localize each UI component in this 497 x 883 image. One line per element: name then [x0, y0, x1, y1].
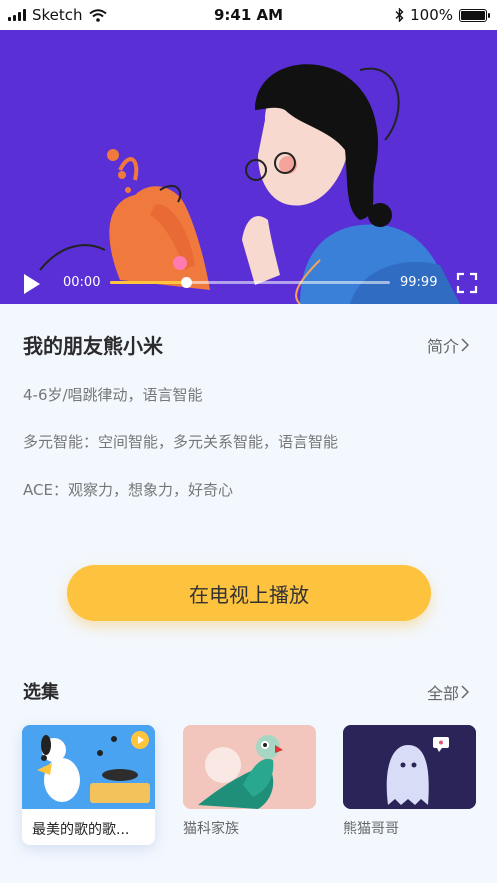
battery-icon [459, 8, 490, 22]
episode-thumbnail [343, 725, 476, 809]
video-player[interactable]: 00:00 99:99 [0, 30, 497, 304]
intro-link[interactable]: 简介 [427, 333, 470, 357]
episode-card-2[interactable]: 猫科家族 [183, 725, 316, 838]
chevron-right-icon [461, 338, 470, 352]
episode-thumbnail [183, 725, 316, 809]
bluetooth-icon [395, 8, 404, 22]
episode-card-1[interactable]: 最美的歌的歌... [22, 725, 155, 845]
progress-fill [110, 281, 186, 284]
play-icon[interactable] [22, 272, 42, 296]
ace-tags: ACE：观察力，想象力，好奇心 [23, 481, 233, 499]
all-episodes-label: 全部 [427, 684, 460, 703]
playing-badge-icon [131, 731, 149, 749]
video-frame-illustration [0, 30, 497, 304]
status-bar: Sketch 9:41 AM 100% [0, 0, 497, 30]
chevron-right-icon [461, 685, 470, 699]
episode-label: 猫科家族 [183, 821, 239, 837]
age-category: 4-6岁/唱跳律动，语言智能 [23, 386, 203, 404]
progress-bar[interactable] [110, 277, 390, 288]
battery-percent: 100% [410, 6, 453, 24]
episode-card-3[interactable]: 熊猫哥哥 [343, 725, 476, 838]
video-title: 我的朋友熊小米 [23, 334, 163, 358]
episodes-heading: 选集 [23, 682, 59, 703]
intelligence-tags: 多元智能：空间智能，多元关系智能，语言智能 [23, 433, 339, 451]
fullscreen-icon[interactable] [456, 272, 478, 294]
total-time: 99:99 [400, 275, 438, 290]
current-time: 00:00 [63, 275, 101, 290]
episode-label: 最美的歌的歌... [32, 822, 130, 838]
intro-link-label: 简介 [427, 337, 460, 356]
progress-handle[interactable] [180, 277, 192, 288]
episode-thumbnail [22, 725, 155, 809]
video-controls: 00:00 99:99 [0, 268, 497, 304]
parrot-illustration [183, 725, 316, 809]
ghost-illustration [343, 725, 476, 809]
play-on-tv-button[interactable]: 在电视上播放 [67, 565, 431, 621]
episode-label: 熊猫哥哥 [343, 821, 399, 837]
all-episodes-link[interactable]: 全部 [427, 680, 470, 704]
